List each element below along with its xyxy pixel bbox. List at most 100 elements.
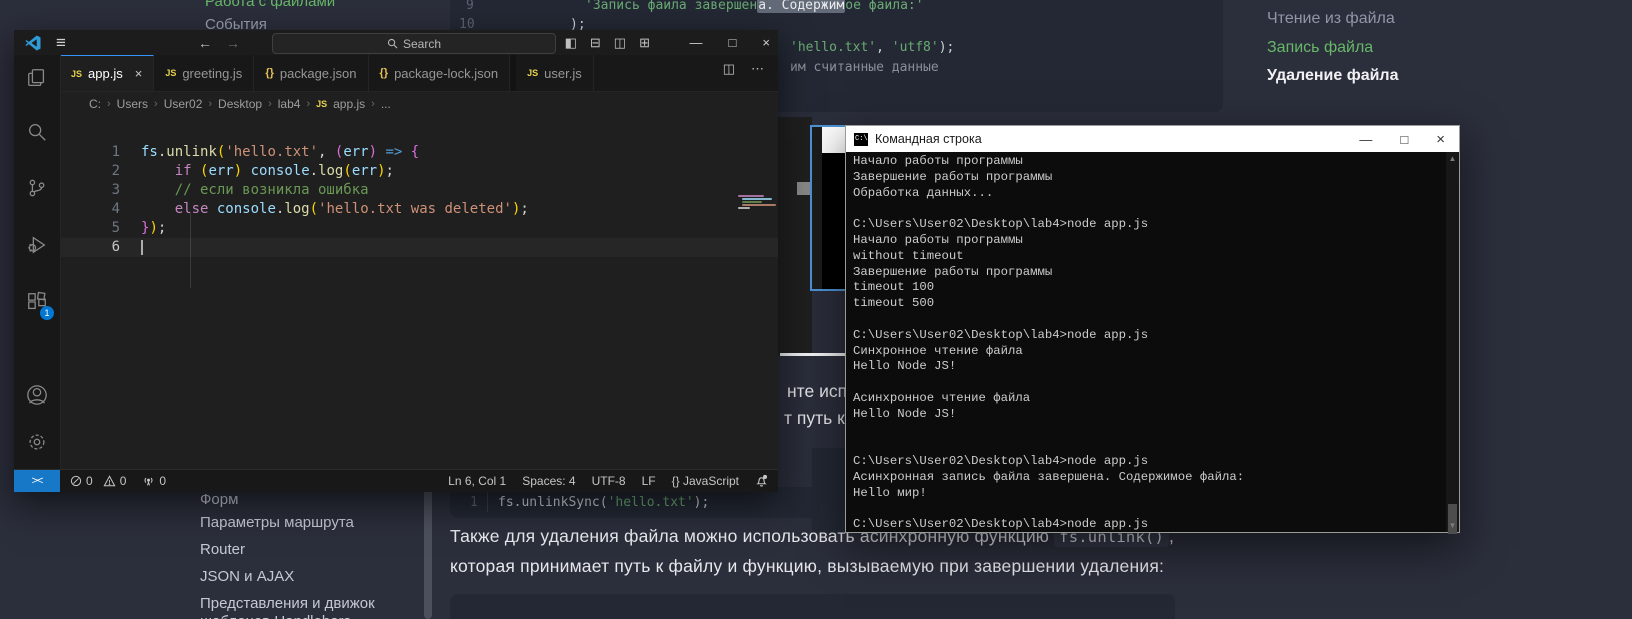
toc-item-2[interactable]: Запись файла (1267, 39, 1373, 57)
tab-action-icon[interactable]: ◫ (723, 61, 735, 77)
code-line-3[interactable]: 3 // если возникла ошибка (60, 181, 778, 200)
ports-indicator[interactable]: 0 (142, 474, 166, 488)
indentation[interactable]: Spaces: 4 (522, 474, 575, 488)
activity-bar: 1 (14, 55, 61, 470)
code-string: 'utf8' (892, 40, 939, 55)
remote-indicator[interactable]: >< (14, 470, 60, 492)
run-debug-icon[interactable] (14, 230, 60, 260)
file-type-icon: {} (380, 67, 389, 79)
tab-label: greeting.js (182, 66, 242, 81)
nav-arrows: ← → (198, 30, 240, 55)
maximize-button[interactable]: □ (1400, 132, 1408, 147)
tab-strip: JSapp.js×JSgreeting.js{}package.json{}pa… (60, 55, 778, 92)
toc-item-3[interactable]: Удаление файла (1267, 67, 1399, 85)
tab-action-icon[interactable]: ⋯ (751, 61, 764, 77)
breadcrumb-item[interactable]: app.js (333, 97, 365, 111)
sidebar-item-3[interactable]: Router (200, 541, 245, 558)
vscode-logo-icon (24, 34, 42, 52)
language-mode[interactable]: {} JavaScript (672, 474, 739, 488)
tab-greeting.js[interactable]: JSgreeting.js (154, 55, 254, 91)
forward-arrow-icon[interactable]: → (226, 35, 240, 51)
source-control-icon[interactable] (14, 173, 60, 203)
tab-package-lock.json[interactable]: {} package-lock.json (369, 55, 511, 91)
breadcrumb-item[interactable]: C: (89, 97, 101, 111)
code-text: // если возникла ошибка (141, 181, 369, 200)
line-number: 1 (470, 495, 478, 510)
cmd-window-controls: — □ × (1359, 131, 1445, 148)
sidebar-item-6[interactable]: шаблонов Handlebars (200, 613, 351, 619)
sidebar-scrollbar[interactable] (424, 487, 432, 619)
close-button[interactable]: × (1436, 131, 1445, 148)
explorer-icon[interactable] (14, 63, 60, 93)
minimize-button[interactable]: — (690, 35, 703, 50)
code-string: 'hello.txt' (790, 40, 876, 55)
code-line-2[interactable]: 2 if (err) console.log(err); (60, 162, 778, 181)
code-line-4[interactable]: 4 else console.log('hello.txt was delete… (60, 200, 778, 219)
tab-user.js[interactable]: JSuser.js (516, 55, 594, 91)
layout-icon[interactable]: ⊞ (639, 35, 650, 51)
extensions-icon[interactable]: 1 (14, 287, 60, 317)
file-type-icon: {} (265, 67, 274, 79)
line-number: 4 (84, 200, 120, 219)
search-box[interactable]: Search (272, 33, 556, 54)
layout-icon[interactable]: ◫ (614, 35, 626, 51)
cmd-scrollbar[interactable]: ▲ ▼ (1446, 152, 1459, 532)
editor[interactable]: 1fs.unlink('hello.txt', (err) => {2 if (… (60, 112, 778, 470)
breadcrumb-item[interactable]: lab4 (278, 97, 301, 111)
account-icon[interactable] (14, 380, 60, 410)
back-arrow-icon[interactable]: ← (198, 35, 212, 51)
breadcrumb-item[interactable]: ... (381, 97, 391, 111)
search-sidebar-icon[interactable] (14, 117, 60, 147)
text-cursor (141, 240, 143, 255)
code-line-6[interactable]: 6 (60, 238, 778, 257)
layout-icon[interactable]: ◧ (565, 35, 577, 51)
scroll-up-icon[interactable]: ▲ (1446, 152, 1459, 165)
tab-label: package-lock.json (394, 66, 498, 81)
cursor-position[interactable]: Ln 6, Col 1 (448, 474, 506, 488)
cmd-title: Командная строка (875, 132, 982, 146)
settings-gear-icon[interactable] (14, 427, 60, 457)
cmd-window: C:\ Командная строка — □ × Начало работы… (845, 125, 1460, 533)
close-button[interactable]: × (762, 35, 770, 50)
tab-label: app.js (88, 66, 123, 81)
scrollbar-thumb[interactable] (797, 182, 810, 195)
tab-actions: ◫⋯ (723, 61, 764, 77)
minimize-button[interactable]: — (1359, 132, 1372, 147)
problems-indicator[interactable]: 0 0 (70, 474, 126, 488)
line-number: 5 (84, 219, 120, 238)
cmd-titlebar[interactable]: C:\ Командная строка — □ × (846, 126, 1459, 152)
cmd-output-area[interactable]: Начало работы программы Завершение работ… (846, 152, 1446, 532)
toc-item-1[interactable]: Чтение из файла (1267, 10, 1395, 28)
tab-close-icon[interactable]: × (135, 66, 143, 81)
sidebar-link-work-with-files[interactable]: Работа с файлами (205, 0, 335, 10)
maximize-button[interactable]: □ (729, 35, 737, 50)
eol[interactable]: LF (642, 474, 656, 488)
menu-icon[interactable]: ≡ (56, 34, 66, 51)
vscode-window: ≡ ← → Search ◧⊟◫⊞ —□× JSapp.js×JSgreetin… (14, 30, 778, 492)
breadcrumb-item[interactable]: User02 (164, 97, 203, 111)
encoding[interactable]: UTF-8 (592, 474, 626, 488)
sidebar-item-2[interactable]: Параметры маршрута (200, 514, 354, 531)
sidebar-item-5[interactable]: Представления и движок (200, 595, 375, 612)
vscode-titlebar[interactable]: ≡ ← → Search ◧ ⊟ ◫ ⊞ — □ × (14, 30, 778, 55)
sidebar-item-1[interactable]: Форм (200, 491, 238, 508)
tab-label: user.js (544, 66, 582, 81)
tab-package.json[interactable]: {} package.json (254, 55, 368, 91)
tab-app.js[interactable]: JSapp.js× (60, 55, 154, 91)
breadcrumb-item[interactable]: Desktop (218, 97, 262, 111)
search-placeholder: Search (403, 37, 441, 51)
text-fragment: т путь к (784, 408, 845, 429)
scroll-down-icon[interactable]: ▼ (1446, 519, 1459, 532)
layout-icon[interactable]: ⊟ (590, 35, 601, 51)
bell-icon[interactable] (755, 474, 768, 488)
sidebar-item-4[interactable]: JSON и AJAX (200, 568, 294, 585)
tab-label: package.json (280, 66, 357, 81)
code-line-5[interactable]: 5}); (60, 219, 778, 238)
image-dark-area (812, 127, 822, 289)
breadcrumb-item[interactable]: Users (117, 97, 148, 111)
code-line-1[interactable]: 1fs.unlink('hello.txt', (err) => { (60, 143, 778, 162)
cmd-output-text: Начало работы программы Завершение работ… (853, 154, 1446, 532)
code-text: }); (141, 219, 166, 238)
breadcrumb[interactable]: C:›Users›User02›Desktop›lab4›JSapp.js›..… (89, 94, 391, 114)
error-icon (70, 474, 82, 488)
